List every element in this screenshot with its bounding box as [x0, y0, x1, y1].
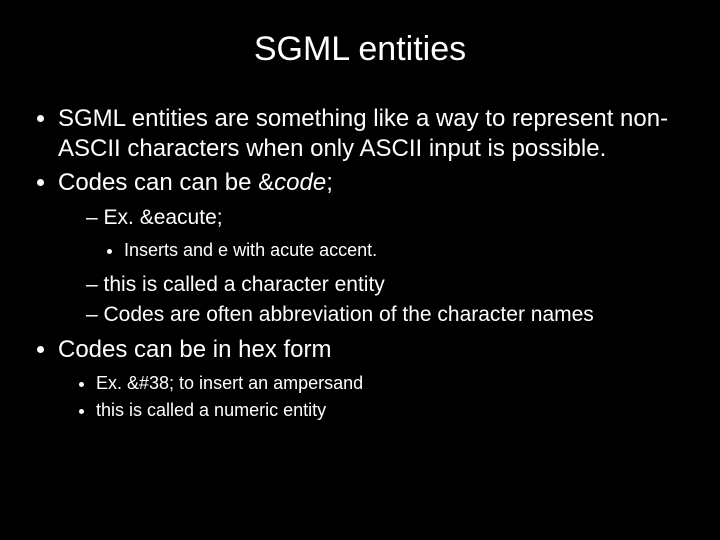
bullet-text: Codes can can be &	[58, 169, 274, 196]
sub-bullet-item: Ex. &eacute; Inserts and e with acute ac…	[86, 204, 690, 263]
sub-bullet-text: Ex. &eacute;	[104, 206, 223, 229]
subsub-bullet-text: this is called a numeric entity	[96, 400, 326, 420]
bullet-text: Codes can be in hex form	[58, 336, 331, 363]
bullet-list: SGML entities are something like a way t…	[30, 104, 690, 422]
bullet-text: ;	[326, 169, 333, 196]
slide-title: SGML entities	[30, 30, 690, 69]
bullet-text: SGML entities are something like a way t…	[58, 105, 668, 162]
sub-bullet-item: Codes are often abbreviation of the char…	[86, 301, 690, 329]
sub-bullet-list: Ex. &eacute; Inserts and e with acute ac…	[58, 204, 690, 329]
sub-bullet-text: this is called a character entity	[104, 273, 385, 296]
subsub-bullet-item: this is called a numeric entity	[96, 398, 690, 422]
bullet-item: SGML entities are something like a way t…	[58, 104, 690, 164]
subsub-bullet-list: Inserts and e with acute accent.	[86, 238, 690, 262]
slide: SGML entities SGML entities are somethin…	[0, 0, 720, 540]
bullet-item: Codes can be in hex form Ex. &#38; to in…	[58, 335, 690, 422]
subsub-bullet-text: Inserts and e with acute accent.	[124, 240, 377, 260]
sub-bullet-text: Codes are often abbreviation of the char…	[104, 303, 594, 326]
bullet-code-italic: code	[274, 169, 326, 196]
subsub-bullet-item: Inserts and e with acute accent.	[124, 238, 690, 262]
subsub-bullet-list: Ex. &#38; to insert an ampersand this is…	[58, 371, 690, 422]
subsub-bullet-item: Ex. &#38; to insert an ampersand	[96, 371, 690, 395]
sub-bullet-item: this is called a character entity	[86, 271, 690, 299]
bullet-item: Codes can can be &code; Ex. &eacute; Ins…	[58, 168, 690, 329]
subsub-bullet-text: Ex. &#38; to insert an ampersand	[96, 373, 363, 393]
